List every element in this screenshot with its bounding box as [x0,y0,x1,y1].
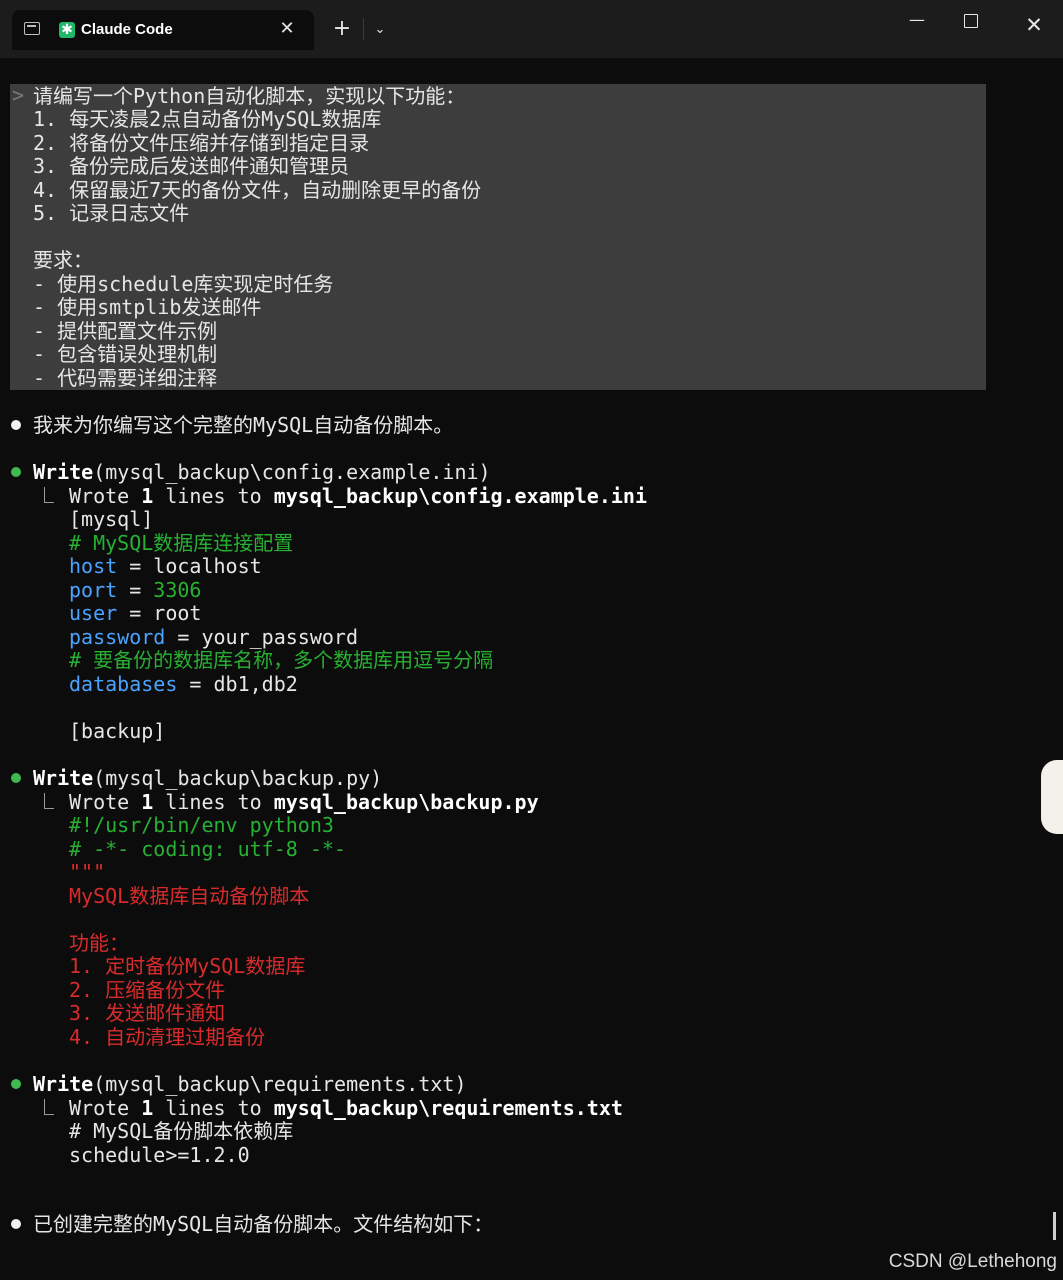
tool-name: Write [33,766,94,790]
assistant-message: 我来为你编写这个完整的MySQL自动备份脚本。 [33,413,454,437]
code-key: host [69,554,118,578]
tab-claude-code[interactable]: ✱ Claude Code ✕ [12,10,314,50]
tool-success-dot-icon [11,773,21,783]
prompt-line: - 提供配置文件示例 [33,319,218,343]
code-docstring: 1. 定时备份MySQL数据库 [69,954,306,978]
result-mid: lines to [153,790,274,814]
code-docstring: """ [69,860,106,884]
code-line: databases = db1,db2 [69,672,298,696]
tool-call-write: Write(mysql_backup\requirements.txt) [33,1072,467,1096]
code-line: user = root [69,601,201,625]
code-docstring: MySQL数据库自动备份脚本 [69,884,310,908]
code-line: password = your_password [69,625,358,649]
result-prefix: Wrote [69,484,142,508]
close-window-button[interactable]: ✕ [1022,12,1046,38]
prompt-line: 1. 每天凌晨2点自动备份MySQL数据库 [33,107,382,131]
prompt-line: - 使用schedule库实现定时任务 [33,272,334,296]
code-docstring: 4. 自动清理过期备份 [69,1025,266,1049]
result-path: mysql_backup\config.example.ini [273,484,647,508]
code-line: host = localhost [69,554,262,578]
tool-arg: (mysql_backup\config.example.ini) [93,460,491,484]
prompt-line: - 使用smtplib发送邮件 [33,295,262,319]
prompt-line: 要求： [33,248,93,272]
result-count: 1 [141,484,154,508]
tool-call-write: Write(mysql_backup\backup.py) [33,766,382,790]
prompt-line: 2. 将备份文件压缩并存储到指定目录 [33,131,370,155]
prompt-line: 请编写一个Python自动化脚本，实现以下功能： [33,84,466,108]
code-comment: # -*- coding: utf-8 -*- [69,837,346,861]
result-mid: lines to [153,1096,274,1120]
code-number: 3306 [153,578,202,602]
maximize-button[interactable] [964,14,978,28]
claude-app-icon: ✱ [59,22,75,38]
code-eq: = [117,578,154,602]
tool-name: Write [33,1072,94,1096]
code-docstring: 2. 压缩备份文件 [69,978,226,1002]
new-tab-button[interactable]: + [330,16,354,42]
watermark: CSDN @Lethehong [888,1251,1057,1272]
title-bar: ✱ Claude Code ✕ + ⌄ — ✕ [0,0,1063,58]
code-comment: #!/usr/bin/env python3 [69,813,334,837]
code-value: = your_password [165,625,358,649]
code-value: = root [117,601,202,625]
code-line: schedule>=1.2.0 [69,1143,250,1167]
tool-result: Wrote 1 lines to mysql_backup\requiremen… [69,1096,623,1120]
tool-call-write: Write(mysql_backup\config.example.ini) [33,460,491,484]
message-bullet-icon [11,1219,21,1229]
tool-result: Wrote 1 lines to mysql_backup\backup.py [69,790,539,814]
tool-success-dot-icon [11,1079,21,1089]
tab-title: Claude Code [81,21,173,38]
prompt-line: 5. 记录日志文件 [33,201,190,225]
prompt-line: 4. 保留最近7天的备份文件，自动删除更早的备份 [33,178,482,202]
code-value: = localhost [117,554,262,578]
chevron-down-icon[interactable]: ⌄ [370,18,390,42]
code-line: [mysql] [69,507,154,531]
result-path: mysql_backup\backup.py [273,790,539,814]
code-key: password [69,625,166,649]
code-line: [backup] [69,719,166,743]
code-docstring: 3. 发送邮件通知 [69,1001,226,1025]
result-prefix: Wrote [69,790,142,814]
terminal-icon [24,22,40,35]
tool-arg: (mysql_backup\requirements.txt) [93,1072,467,1096]
tab-separator [363,18,364,40]
tool-arg: (mysql_backup\backup.py) [93,766,383,790]
prompt-line: - 代码需要详细注释 [33,366,218,390]
message-bullet-icon [11,420,21,430]
code-key: port [69,578,118,602]
tool-result: Wrote 1 lines to mysql_backup\config.exa… [69,484,647,508]
assistant-message: 已创建完整的MySQL自动备份脚本。文件结构如下： [33,1212,494,1236]
tree-elbow-icon [44,793,54,809]
result-path: mysql_backup\requirements.txt [273,1096,623,1120]
code-key: databases [69,672,178,696]
result-count: 1 [141,790,154,814]
code-comment: # 要备份的数据库名称，多个数据库用逗号分隔 [69,648,494,672]
result-prefix: Wrote [69,1096,142,1120]
tree-elbow-icon [44,487,54,503]
prompt-caret: > [12,83,25,107]
tool-name: Write [33,460,94,484]
tool-success-dot-icon [11,467,21,477]
avatar [1041,760,1063,834]
code-comment: # MySQL数据库连接配置 [69,531,294,555]
code-value: = db1,db2 [177,672,298,696]
result-count: 1 [141,1096,154,1120]
text-cursor [1053,1212,1056,1240]
code-comment: # MySQL备份脚本依赖库 [69,1119,294,1143]
close-tab-icon[interactable]: ✕ [276,18,298,40]
minimize-button[interactable]: — [905,8,929,32]
result-mid: lines to [153,484,274,508]
code-line: port = 3306 [69,578,201,602]
code-docstring: 功能： [69,931,129,955]
code-key: user [69,601,118,625]
tree-elbow-icon [44,1099,54,1115]
prompt-line: 3. 备份完成后发送邮件通知管理员 [33,154,350,178]
prompt-line: - 包含错误处理机制 [33,342,218,366]
